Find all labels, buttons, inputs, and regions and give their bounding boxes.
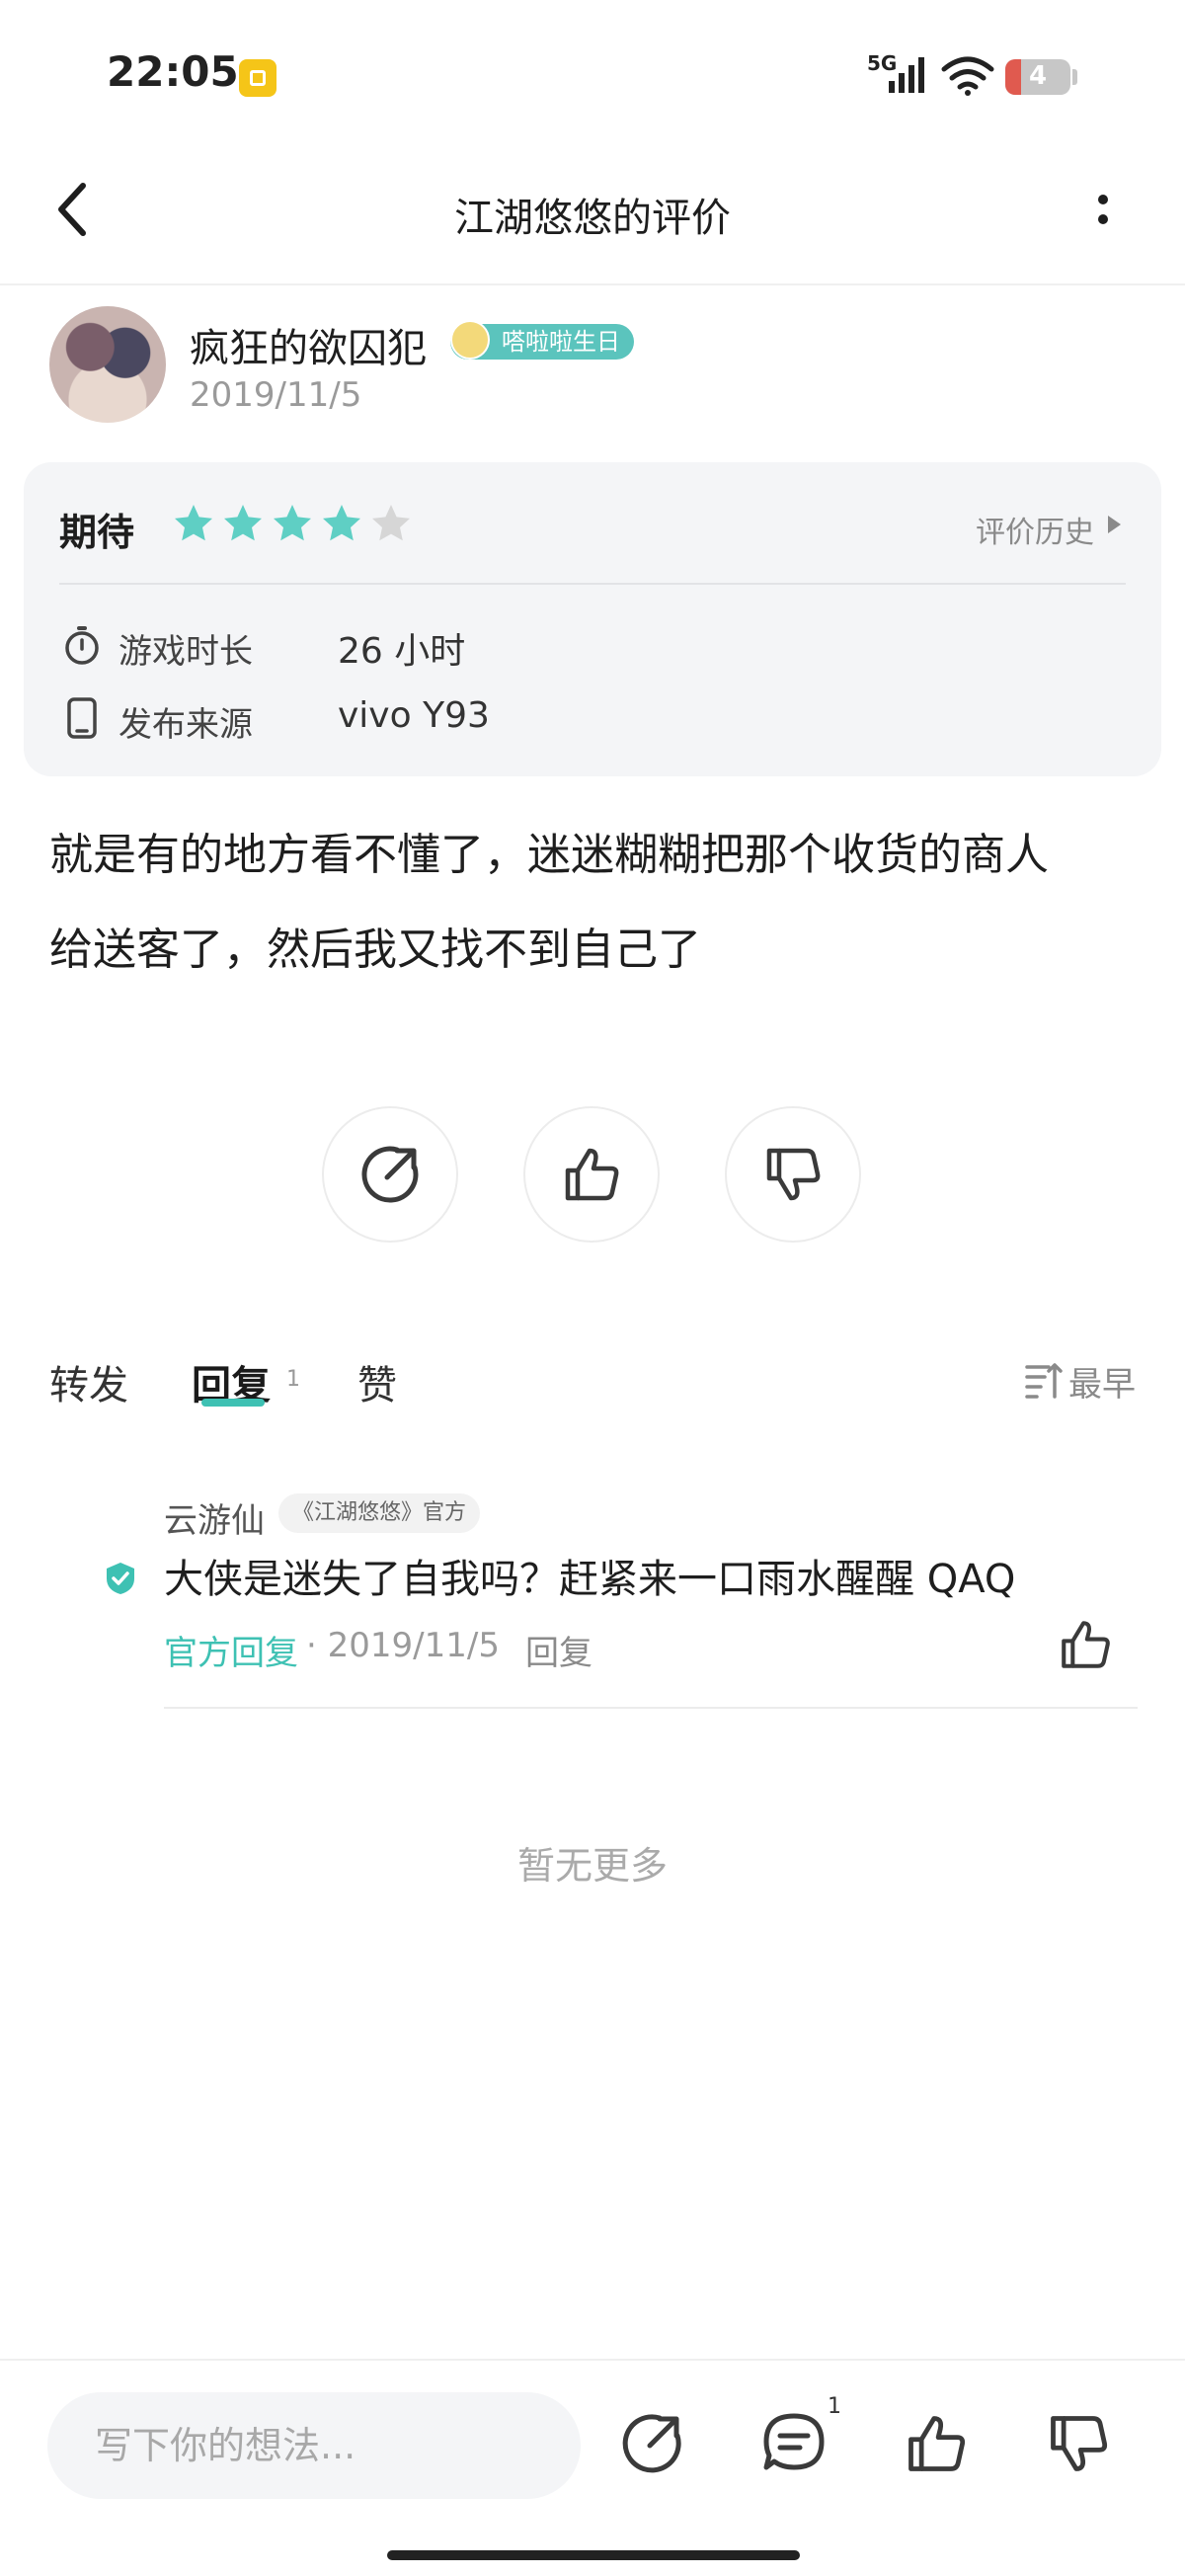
page-title: 江湖悠悠的评价 — [454, 196, 731, 241]
battery-icon: 4 — [1005, 59, 1070, 95]
star-filled-icon — [175, 505, 212, 541]
no-more-label: 暂无更多 — [516, 1844, 668, 1888]
reviewer-username[interactable]: 疯狂的欲囚犯 — [190, 316, 427, 373]
verified-shield-icon — [107, 1563, 134, 1594]
star-empty-icon — [372, 505, 410, 541]
signal-icon: 5G — [867, 51, 932, 97]
sort-order-button[interactable]: 最早 — [1068, 1357, 1136, 1406]
badge-face-icon — [450, 320, 490, 360]
source-value: vivo Y93 — [338, 695, 490, 736]
reply-action-button[interactable]: 回复 — [525, 1626, 592, 1674]
share-button[interactable] — [322, 1106, 458, 1243]
thumbs-down-icon — [766, 1148, 821, 1201]
review-content-line: 给送客了，然后我又找不到自己了 — [49, 925, 701, 975]
sort-icon[interactable] — [1023, 1359, 1063, 1399]
review-history-link[interactable]: 评价历史 — [976, 508, 1094, 551]
reply-author[interactable]: 云游仙 — [164, 1493, 265, 1542]
reply-divider — [164, 1707, 1138, 1709]
more-options-button[interactable] — [1078, 178, 1128, 241]
official-reply-label: 官方回复 — [164, 1634, 298, 1673]
timer-icon — [65, 626, 99, 665]
review-date: 2019/11/5 — [190, 375, 362, 415]
star-filled-icon — [224, 505, 262, 541]
review-content: 就是有的地方看不懂了，迷迷糊糊把那个收货的商人 给送客了，然后我又找不到自己了 — [49, 808, 1146, 998]
app-notification-icon — [239, 59, 276, 97]
star-rating — [172, 502, 413, 545]
thumbs-down-icon[interactable] — [1045, 2410, 1112, 2477]
more-vertical-icon — [1098, 195, 1108, 224]
like-button[interactable] — [523, 1106, 660, 1243]
nav-divider — [0, 283, 1185, 285]
wifi-icon — [940, 55, 995, 97]
star-filled-icon — [274, 505, 311, 541]
reply-count: 1 — [286, 1367, 300, 1392]
reply-date: · 2019/11/5 — [306, 1626, 500, 1665]
official-tag: 《江湖悠悠》官方 — [278, 1493, 481, 1533]
review-content-line: 就是有的地方看不懂了，迷迷糊糊把那个收货的商人 — [49, 830, 1049, 880]
thumbs-up-icon — [565, 1148, 619, 1201]
playtime-value: 26 小时 — [338, 631, 466, 672]
home-indicator[interactable] — [387, 2550, 800, 2560]
share-icon[interactable] — [618, 2410, 685, 2477]
share-icon — [361, 1146, 419, 1203]
comment-count-badge: 1 — [828, 2394, 841, 2419]
tab-repost[interactable]: 转发 — [49, 1353, 128, 1410]
battery-level: 4 — [1028, 61, 1048, 91]
battery-cap — [1072, 69, 1077, 85]
phone-icon — [67, 697, 97, 739]
thumbs-up-icon[interactable] — [903, 2410, 970, 2477]
rating-label: 期待 — [59, 511, 135, 554]
thumbs-up-icon[interactable] — [1057, 1616, 1114, 1673]
playtime-label: 游戏时长 — [118, 632, 253, 672]
reply-text: 大侠是迷失了自我吗？赶紧来一口雨水醒醒 QAQ — [164, 1557, 1016, 1602]
source-label: 发布来源 — [118, 705, 253, 745]
star-filled-icon — [323, 505, 360, 541]
status-time: 22:05 — [107, 47, 239, 96]
play-arrow-icon — [1108, 516, 1121, 533]
card-divider — [59, 583, 1126, 585]
dislike-button[interactable] — [725, 1106, 861, 1243]
comment-icon[interactable] — [760, 2410, 828, 2477]
avatar[interactable] — [49, 306, 166, 423]
tab-active-indicator — [201, 1399, 265, 1407]
comment-input[interactable] — [47, 2392, 581, 2499]
bottom-divider — [0, 2359, 1185, 2361]
tab-like[interactable]: 赞 — [357, 1353, 397, 1410]
